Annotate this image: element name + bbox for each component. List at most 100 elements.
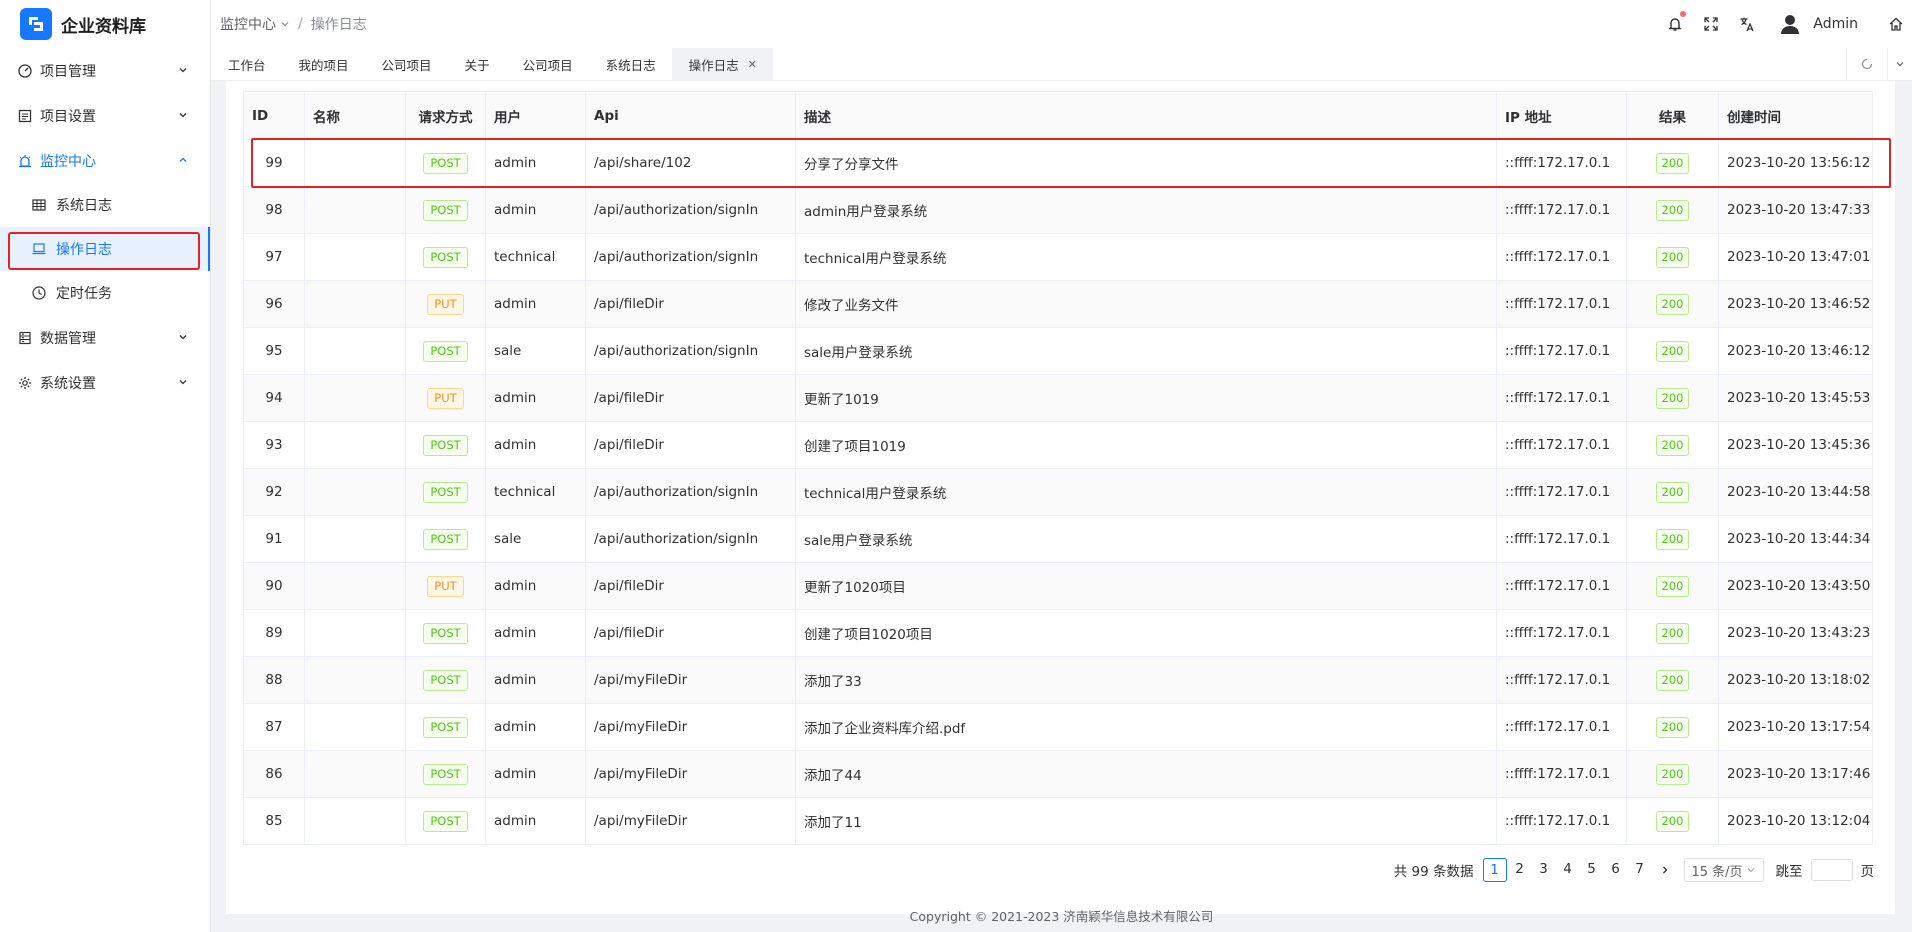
table-cell-time: 2023-10-20 13:17:46 — [1718, 750, 1873, 798]
fullscreen-icon[interactable] — [1701, 14, 1721, 34]
refresh-button[interactable] — [1846, 48, 1887, 80]
user-name[interactable]: Admin — [1813, 16, 1858, 32]
table-cell-desc: 更新了1019 — [795, 374, 1497, 422]
chevron-down-icon — [179, 380, 187, 385]
sidebar-item-scheduled-task[interactable]: 定时任务 — [0, 271, 210, 315]
page-number-2[interactable]: 2 — [1509, 858, 1531, 880]
result-tag: 200 — [1655, 199, 1690, 221]
table-cell-id: 88 — [243, 656, 305, 704]
sidebar-item-system-settings[interactable]: 系统设置 — [0, 360, 210, 405]
table-cell-result: 200 — [1626, 562, 1719, 610]
tab-company-projects-2[interactable]: 公司项目 — [506, 48, 589, 80]
table-cell-method: PUT — [405, 280, 486, 328]
page-number-7[interactable]: 7 — [1629, 858, 1651, 880]
avatar[interactable] — [1779, 12, 1803, 36]
table-cell-api: /api/myFileDir — [585, 703, 796, 751]
table-cell-time: 2023-10-20 13:17:54 — [1718, 703, 1873, 751]
table-cell-name — [304, 656, 406, 704]
page-number-6[interactable]: 6 — [1605, 858, 1627, 880]
table-cell-name — [304, 562, 406, 610]
breadcrumb-parent[interactable]: 监控中心 — [220, 14, 276, 34]
table-cell-ip: ::ffff:172.17.0.1 — [1496, 374, 1627, 422]
header-actions: Admin — [1657, 0, 1912, 48]
table-cell-api: /api/fileDir — [585, 374, 796, 422]
tab-operation-log[interactable]: 操作日志 ✕ — [671, 48, 773, 80]
table-cell-id: 99 — [243, 139, 305, 187]
notification-badge — [1680, 11, 1687, 17]
table-cell-user: admin — [485, 703, 586, 751]
result-tag: 200 — [1655, 340, 1690, 362]
tabs-menu-button[interactable] — [1887, 48, 1912, 80]
table-cell-id: 98 — [243, 186, 305, 234]
result-tag: 200 — [1655, 575, 1690, 597]
table-row: 85 POST admin/api/myFileDir 添加了11::ffff:172… — [243, 797, 1873, 845]
pagination-total: 共 99 条数据 — [1393, 864, 1474, 880]
sidebar-item-monitor-center[interactable]: 监控中心 — [0, 138, 210, 183]
sidebar-item-project-settings[interactable]: 项目设置 — [0, 93, 210, 138]
copyright-footer: Copyright © 2021-2023 济南颖华信息技术有限公司 — [909, 909, 1214, 924]
table-cell-result: 200 — [1626, 233, 1719, 281]
table-cell-result: 200 — [1626, 515, 1719, 563]
page-number-5[interactable]: 5 — [1581, 858, 1603, 880]
table-cell-desc: 修改了业务文件 — [795, 280, 1497, 328]
page-number-1[interactable]: 1 — [1482, 858, 1507, 882]
tab-my-projects[interactable]: 我的项目 — [282, 48, 365, 80]
sidebar-item-data-management[interactable]: 数据管理 — [0, 315, 210, 360]
tab-label: 公司项目 — [381, 57, 432, 73]
table-cell-method: POST — [405, 609, 486, 657]
sidebar-item-project-management[interactable]: 项目管理 — [0, 48, 210, 93]
page-size-select[interactable]: 15 条/页 — [1683, 858, 1764, 882]
table-cell-time: 2023-10-20 13:46:52 — [1718, 280, 1873, 328]
tab-company-projects[interactable]: 公司项目 — [365, 48, 448, 80]
method-tag: POST — [423, 434, 468, 456]
refresh-icon — [1861, 58, 1873, 70]
table-cell-result: 200 — [1626, 186, 1719, 234]
jump-page-input[interactable] — [1810, 859, 1853, 881]
database-icon — [18, 331, 32, 345]
table-cell-desc: 添加了44 — [795, 750, 1497, 798]
table-row: 88 POST admin/api/myFileDir 添加了33::ffff:172… — [243, 656, 1873, 704]
table-cell-name — [304, 374, 406, 422]
bell-icon[interactable] — [1665, 11, 1687, 34]
tab-label: 公司项目 — [522, 57, 573, 73]
table-cell-user: admin — [485, 421, 586, 469]
sidebar-item-label: 系统日志 — [56, 198, 112, 214]
close-icon[interactable]: ✕ — [748, 58, 757, 71]
method-tag: POST — [423, 669, 468, 691]
page-number-3[interactable]: 3 — [1533, 858, 1555, 880]
table-cell-method: POST — [405, 703, 486, 751]
sidebar-item-system-log[interactable]: 系统日志 — [0, 183, 210, 227]
sidebar-item-label: 操作日志 — [56, 242, 112, 258]
table-cell-desc: 分享了分享文件 — [795, 139, 1497, 187]
tab-workbench[interactable]: 工作台 — [211, 48, 282, 80]
next-page-button[interactable] — [1654, 859, 1676, 881]
home-icon[interactable] — [1886, 14, 1906, 34]
table-cell-method: PUT — [405, 374, 486, 422]
sidebar-item-operation-log[interactable]: 操作日志 — [0, 227, 210, 271]
table-header-row: ID 名称 请求方式 用户 Api 描述 IP 地址 结果 创建时间 — [243, 91, 1873, 140]
translate-icon[interactable] — [1737, 14, 1757, 34]
table-cell-user: sale — [485, 515, 586, 563]
table-cell-user: sale — [485, 327, 586, 375]
table-cell-time: 2023-10-20 13:45:36 — [1718, 421, 1873, 469]
logo[interactable]: 企业资料库 — [0, 0, 210, 48]
tab-label: 关于 — [464, 57, 490, 73]
table-cell-time: 2023-10-20 13:43:50 — [1718, 562, 1873, 610]
method-tag: POST — [423, 622, 468, 644]
tab-about[interactable]: 关于 — [448, 48, 506, 80]
table-cell-result: 200 — [1626, 421, 1719, 469]
table-cell-api: /api/authorization/signIn — [585, 515, 796, 563]
table-cell-ip: ::ffff:172.17.0.1 — [1496, 609, 1627, 657]
tab-system-log[interactable]: 系统日志 — [589, 48, 672, 80]
sidebar-item-label: 数据管理 — [40, 330, 96, 347]
table-cell-user: admin — [485, 656, 586, 704]
method-tag: PUT — [427, 387, 464, 409]
table-cell-desc: technical用户登录系统 — [795, 468, 1497, 516]
table-cell-name — [304, 468, 406, 516]
table-icon — [32, 198, 46, 212]
table-cell-api: /api/fileDir — [585, 562, 796, 610]
result-tag: 200 — [1655, 810, 1690, 832]
sidebar: 企业资料库 项目管理 项目设置 监控中心 系统日志 操作日志 定时任务 数据管理… — [0, 0, 211, 932]
page-number-4[interactable]: 4 — [1557, 858, 1579, 880]
table-cell-ip: ::ffff:172.17.0.1 — [1496, 421, 1627, 469]
